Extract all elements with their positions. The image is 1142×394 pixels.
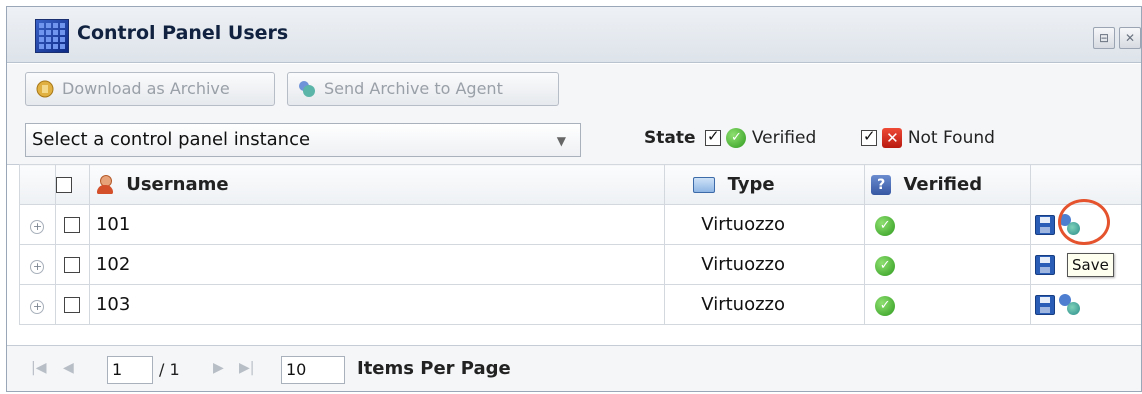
archive-icon	[36, 80, 54, 98]
verified-header[interactable]: ? Verified	[864, 164, 1032, 205]
row-checkbox[interactable]	[64, 257, 81, 273]
minimize-button[interactable]: ⊟	[1093, 27, 1115, 49]
page-number-input[interactable]: 1	[107, 356, 153, 384]
table-row[interactable]: + 103 Virtuozzo ✓	[19, 284, 1141, 325]
not-found-filter[interactable]: ✕ Not Found	[861, 127, 995, 148]
download-archive-label: Download as Archive	[62, 79, 230, 98]
not-found-filter-label: Not Found	[907, 128, 995, 148]
check-circle-icon: ✓	[875, 296, 896, 316]
page-total: / 1	[159, 360, 180, 379]
username-header-label: Username	[126, 174, 229, 195]
username-cell: 103	[88, 284, 666, 325]
expand-row-icon[interactable]: +	[30, 300, 45, 314]
table-header-row: Username Type ? Verified	[19, 164, 1141, 205]
verified-header-label: Verified	[903, 174, 983, 195]
check-circle-icon: ✓	[875, 216, 896, 236]
prev-page-icon[interactable]: ◀	[63, 360, 74, 376]
type-cell: Virtuozzo	[664, 244, 866, 285]
expander-header	[19, 164, 56, 205]
type-cell: Virtuozzo	[664, 204, 866, 245]
next-page-icon[interactable]: ▶	[213, 360, 224, 376]
agent-icon[interactable]	[1059, 213, 1081, 236]
expand-row-icon[interactable]: +	[30, 260, 45, 274]
cross-box-icon: ✕	[882, 128, 903, 148]
check-circle-icon: ✓	[875, 256, 896, 276]
check-circle-icon: ✓	[726, 128, 747, 148]
items-per-page-input[interactable]: 10	[281, 356, 345, 384]
username-header[interactable]: Username	[88, 164, 666, 205]
window-title: Control Panel Users	[77, 22, 289, 44]
last-page-icon[interactable]: ▶|	[239, 360, 254, 376]
type-cell: Virtuozzo	[664, 284, 866, 325]
not-found-checkbox[interactable]	[861, 127, 877, 146]
items-per-page-label: Items Per Page	[357, 358, 511, 379]
question-icon: ?	[871, 175, 892, 195]
type-icon	[693, 177, 716, 193]
username-cell: 101	[88, 204, 666, 245]
save-icon[interactable]	[1035, 255, 1056, 275]
row-checkbox[interactable]	[64, 297, 81, 313]
select-all-checkbox[interactable]	[55, 177, 72, 193]
save-icon[interactable]	[1035, 214, 1056, 235]
state-label: State	[644, 128, 696, 148]
actions-header	[1030, 164, 1141, 205]
save-icon[interactable]	[1035, 294, 1056, 315]
table-row[interactable]: + 102 Virtuozzo ✓	[19, 244, 1141, 285]
save-tooltip: Save	[1067, 253, 1114, 277]
user-icon	[96, 175, 114, 195]
filter-bar: Select a control panel instance ▼ State …	[7, 115, 1141, 165]
control-panel-users-window: Control Panel Users ⊟ ✕ Download as Arch…	[6, 6, 1142, 392]
pager-bar: |◀ ◀ 1 / 1 ▶ ▶| 10 Items Per Page	[7, 345, 1141, 391]
users-table: Username Type ? Verified + 101 Virtuozzo	[19, 164, 1141, 325]
table-row[interactable]: + 101 Virtuozzo ✓	[19, 204, 1141, 245]
select-value: Select a control panel instance	[32, 129, 311, 150]
send-archive-label: Send Archive to Agent	[324, 79, 503, 98]
send-agent-icon	[299, 81, 315, 97]
expand-row-icon[interactable]: +	[30, 220, 45, 234]
send-archive-button[interactable]: Send Archive to Agent	[287, 72, 559, 106]
toolbar: Download as Archive Send Archive to Agen…	[7, 64, 1141, 116]
verified-filter[interactable]: ✓ Verified	[705, 127, 817, 148]
type-header-label: Type	[727, 174, 775, 195]
username-cell: 102	[88, 244, 666, 285]
grid-app-icon	[35, 19, 69, 53]
download-archive-button[interactable]: Download as Archive	[25, 72, 275, 106]
agent-icon[interactable]	[1059, 293, 1081, 316]
verified-filter-label: Verified	[751, 128, 817, 148]
control-panel-instance-select[interactable]: Select a control panel instance ▼	[25, 123, 581, 157]
title-bar[interactable]: Control Panel Users ⊟ ✕	[7, 7, 1141, 63]
row-checkbox[interactable]	[64, 217, 81, 233]
verified-checkbox[interactable]	[705, 127, 721, 146]
first-page-icon[interactable]: |◀	[31, 360, 46, 376]
type-header[interactable]: Type	[664, 164, 866, 205]
close-button[interactable]: ✕	[1119, 27, 1141, 49]
select-all-header	[54, 164, 90, 205]
chevron-down-icon: ▼	[556, 134, 566, 148]
